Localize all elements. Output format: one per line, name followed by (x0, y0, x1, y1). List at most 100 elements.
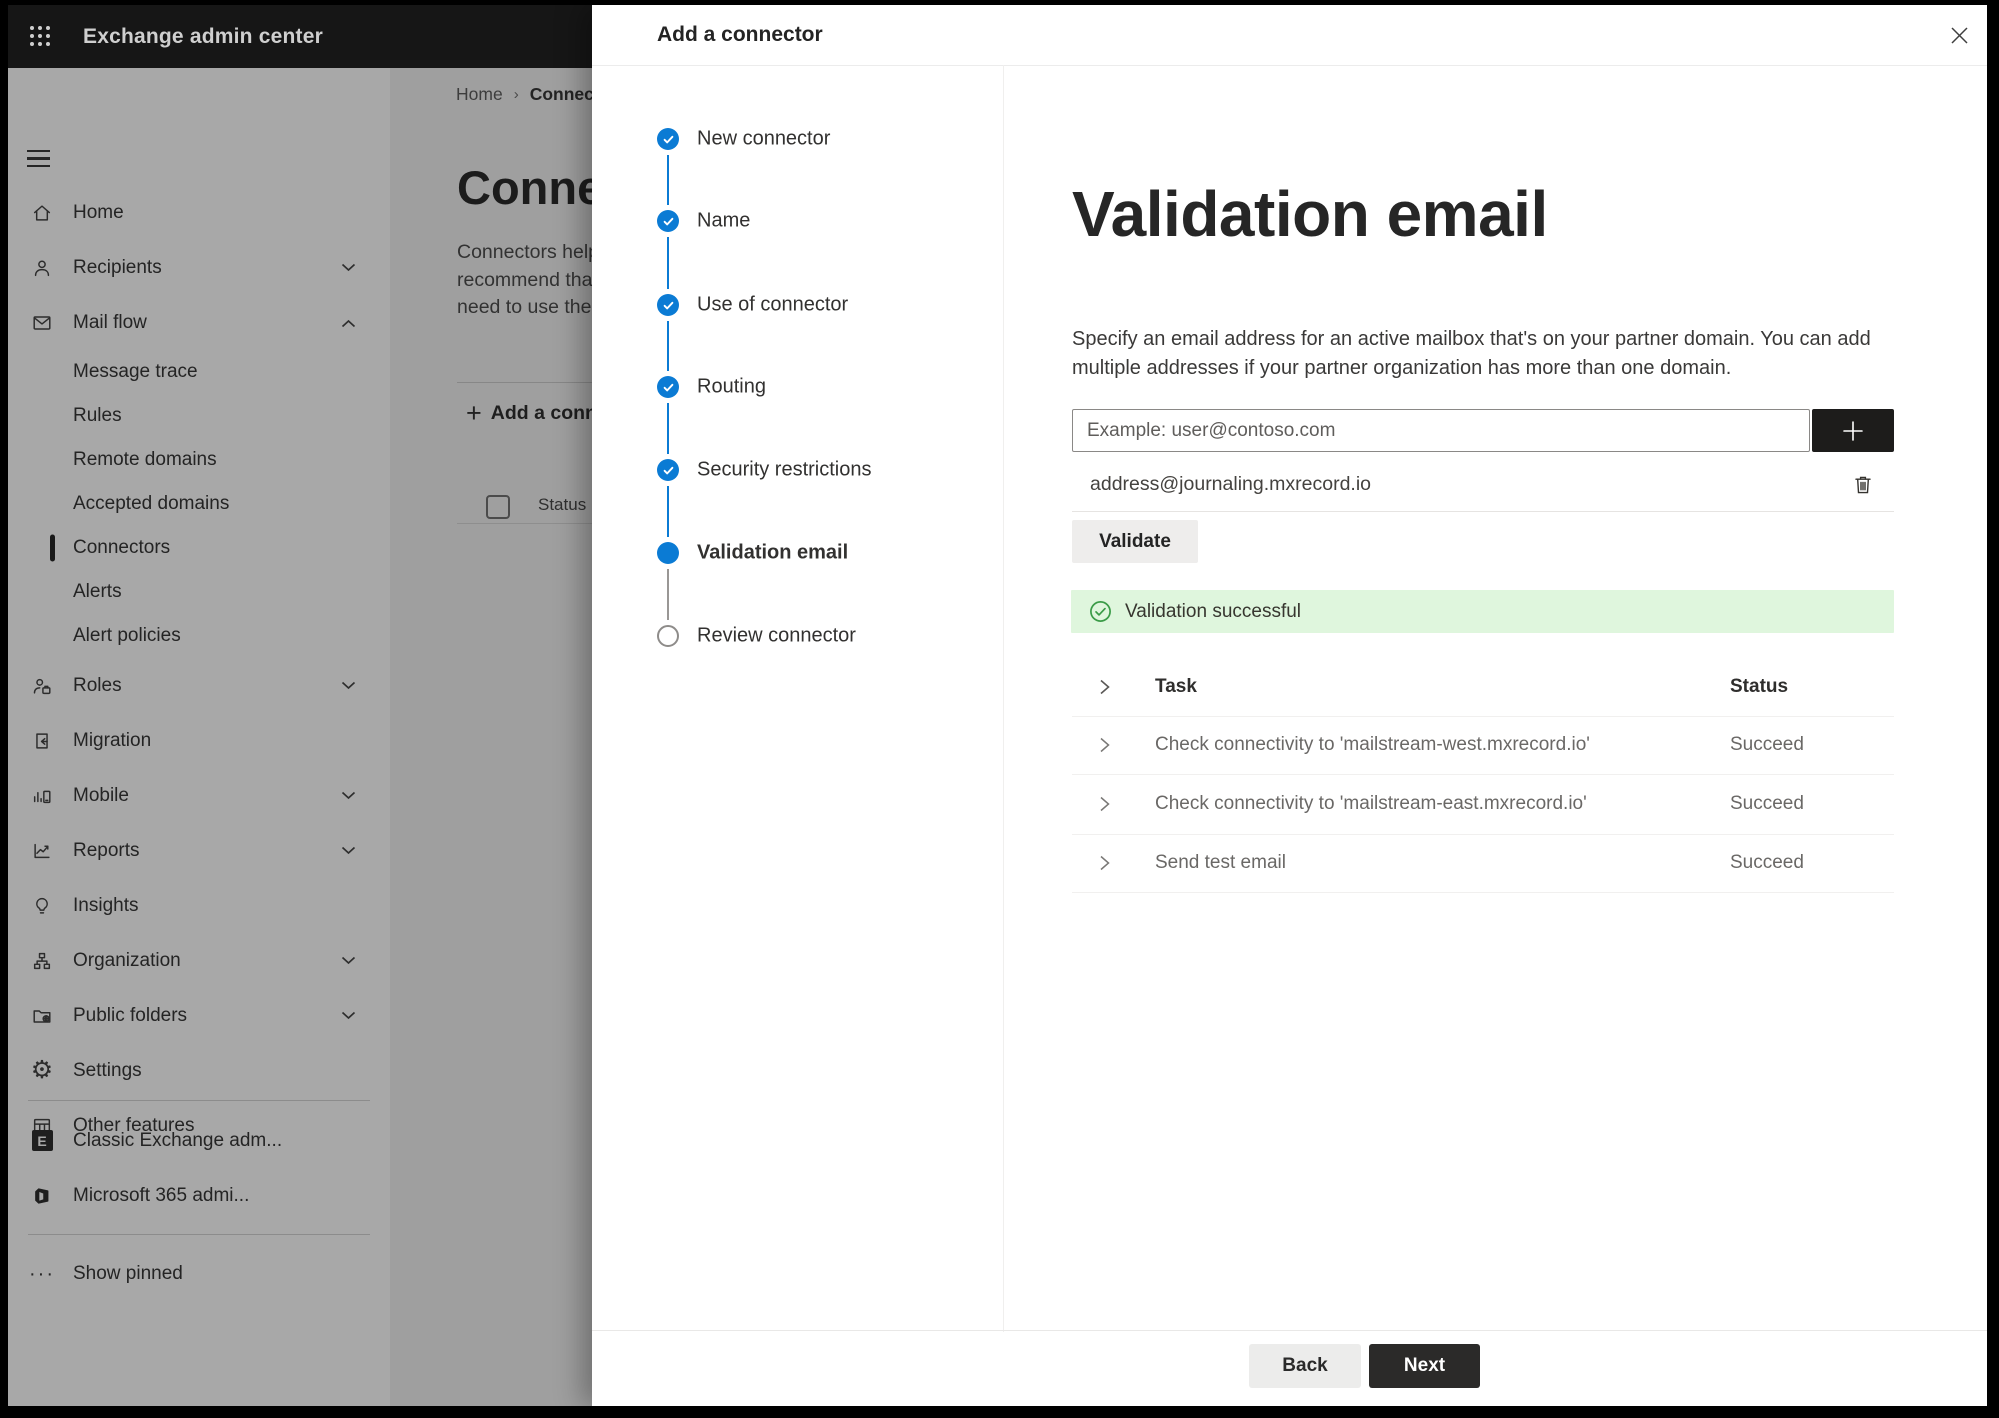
step-name[interactable]: Name (592, 209, 1003, 233)
sidebar-item-reports[interactable]: Reports (8, 823, 390, 878)
row-divider (1072, 834, 1894, 835)
step-security-restrictions[interactable]: Security restrictions (592, 458, 1003, 482)
page-heading: Validation email (1072, 178, 1548, 250)
step-connector-line (666, 237, 670, 289)
add-address-button[interactable] (1812, 409, 1894, 452)
sidebar-item-accepted-domains[interactable]: Accepted domains (8, 482, 390, 526)
email-address-input[interactable] (1072, 409, 1810, 452)
validate-button[interactable]: Validate (1072, 520, 1198, 563)
row-divider (1072, 716, 1894, 717)
person-icon (30, 256, 54, 280)
heading-description: Specify an email address for an active m… (1072, 328, 1871, 379)
sidebar-item-mail-flow[interactable]: Mail flow (8, 295, 390, 350)
app-launcher-waffle-icon[interactable] (26, 22, 54, 50)
sidebar-item-settings[interactable]: ⚙ Settings (8, 1043, 390, 1098)
sidebar-item-classic-exchange-admin[interactable]: E Classic Exchange adm... (8, 1113, 390, 1168)
sidebar-item-roles[interactable]: Roles (8, 658, 390, 713)
column-header-status[interactable]: Status (1730, 676, 1788, 698)
next-button[interactable]: Next (1369, 1344, 1480, 1388)
section-divider (1072, 511, 1894, 512)
sidebar-item-label: Classic Exchange adm... (73, 1129, 283, 1151)
sidebar-item-home[interactable]: Home (8, 185, 390, 240)
chevron-down-icon (341, 259, 356, 277)
row-expand-chevron-icon[interactable] (1098, 855, 1112, 871)
sidebar-item-connectors[interactable]: Connectors (8, 526, 390, 570)
hamburger-menu-icon[interactable] (27, 150, 50, 168)
sidebar-item-alert-policies[interactable]: Alert policies (8, 614, 390, 658)
sidebar-item-microsoft-365-admin[interactable]: Microsoft 365 admi... (8, 1168, 390, 1223)
sidebar-item-rules[interactable]: Rules (8, 394, 390, 438)
row-expand-chevron-icon[interactable] (1098, 796, 1112, 812)
step-complete-check-icon (657, 459, 679, 481)
sidebar-footer-nav: E Classic Exchange adm... Microsoft 365 … (8, 1113, 390, 1223)
step-new-connector[interactable]: New connector (592, 127, 1003, 151)
add-connector-button[interactable]: + Add a conn (466, 398, 597, 428)
back-button[interactable]: Back (1249, 1344, 1361, 1388)
breadcrumb-chevron-icon: › (513, 86, 519, 103)
sidebar-item-organization[interactable]: Organization (8, 933, 390, 988)
org-chart-icon (30, 949, 54, 973)
row-divider (1072, 774, 1894, 775)
sidebar-item-remote-domains[interactable]: Remote domains (8, 438, 390, 482)
sidebar-item-label: Settings (73, 1059, 142, 1081)
step-validation-email[interactable]: Validation email (592, 541, 1003, 565)
sidebar-item-message-trace[interactable]: Message trace (8, 350, 390, 394)
sidebar-item-show-pinned[interactable]: ··· Show pinned (8, 1246, 390, 1301)
sidebar-item-insights[interactable]: Insights (8, 878, 390, 933)
selected-indicator (50, 534, 55, 562)
success-check-circle-icon (1089, 600, 1112, 623)
sidebar-item-label: Organization (73, 949, 181, 971)
ellipsis-icon: ··· (29, 1262, 55, 1285)
gear-icon: ⚙ (30, 1056, 54, 1084)
step-use-of-connector[interactable]: Use of connector (592, 293, 1003, 317)
step-upcoming-dot (657, 625, 679, 647)
step-complete-check-icon (657, 210, 679, 232)
sidebar-nav: Home Recipients Mail flow Message trace (8, 185, 390, 1153)
folder-globe-icon (30, 1004, 54, 1028)
sidebar-item-label: Migration (73, 729, 152, 751)
delete-address-trash-icon[interactable] (1849, 470, 1877, 498)
sidebar-item-mobile[interactable]: Mobile (8, 768, 390, 823)
chevron-up-icon (341, 314, 356, 332)
step-connector-line (666, 486, 670, 537)
added-address-item: address@journaling.mxrecord.io (1090, 472, 1372, 495)
row-expand-chevron-icon[interactable] (1098, 737, 1112, 753)
banner-message: Validation successful (1125, 600, 1302, 622)
microsoft-365-logo-icon (30, 1184, 54, 1208)
table-row-status: Succeed (1730, 734, 1804, 755)
breadcrumb-home-link[interactable]: Home (456, 84, 503, 105)
sidebar-item-recipients[interactable]: Recipients (8, 240, 390, 295)
roles-icon (30, 674, 54, 698)
sidebar-item-label: Alert policies (73, 625, 181, 646)
sidebar-item-migration[interactable]: Migration (8, 713, 390, 768)
app-frame: Exchange admin center Home Recipients Ma (8, 5, 1987, 1406)
dialog-title: Add a connector (657, 23, 823, 46)
chevron-down-icon (341, 677, 356, 695)
column-header-task[interactable]: Task (1155, 676, 1197, 698)
step-routing[interactable]: Routing (592, 375, 1003, 399)
table-row-status: Succeed (1730, 793, 1804, 814)
table-row-task: Check connectivity to 'mailstream-east.m… (1155, 793, 1587, 814)
table-row-status: Succeed (1730, 852, 1804, 873)
sidebar-item-label: Message trace (73, 361, 198, 382)
sidebar-item-label: Home (73, 201, 124, 223)
sidebar-item-alerts[interactable]: Alerts (8, 570, 390, 614)
step-review-connector[interactable]: Review connector (592, 624, 1003, 648)
step-current-dot (657, 542, 679, 564)
sidebar-item-label: Rules (73, 405, 122, 426)
sidebar-item-label: Remote domains (73, 449, 217, 470)
migration-icon (30, 729, 54, 753)
sidebar-item-label: Connectors (73, 537, 171, 558)
sidebar-item-public-folders[interactable]: Public folders (8, 988, 390, 1043)
validation-success-banner: Validation successful (1071, 590, 1894, 633)
sidebar-item-label: Accepted domains (73, 493, 230, 514)
sidebar-item-label: Microsoft 365 admi... (73, 1184, 250, 1206)
close-button[interactable] (1941, 17, 1977, 53)
mobile-icon (30, 784, 54, 808)
sidebar-item-label: Alerts (73, 581, 122, 602)
select-all-checkbox[interactable] (486, 495, 510, 519)
expand-all-chevron-icon[interactable] (1098, 679, 1112, 695)
footer-divider (592, 1330, 1987, 1331)
sidebar-item-label: Mobile (73, 784, 129, 806)
reports-icon (30, 839, 54, 863)
